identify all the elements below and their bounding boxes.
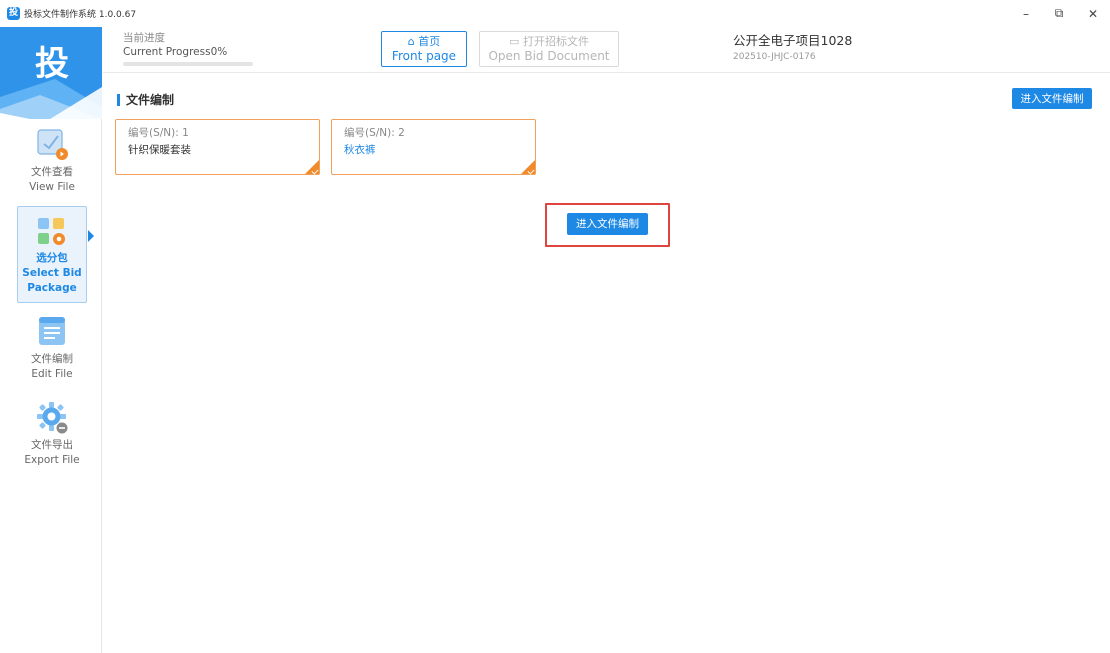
package-sn: 编号(S/N): 2 — [344, 127, 405, 139]
select-package-icon — [35, 215, 69, 249]
top-header: 当前进度 Current Progress0% ⌂ 首页 Front page … — [103, 27, 1110, 73]
sidebar: 投 文件查看 View File 选分包 Select Bid Package … — [0, 27, 102, 653]
section-title: 文件编制 — [117, 92, 174, 108]
home-icon: ⌂ — [407, 35, 415, 48]
open-bid-label-en: Open Bid Document — [488, 49, 610, 63]
project-code: 202510-JHJC-0176 — [733, 52, 816, 62]
progress-label-en: Current Progress0% — [123, 46, 228, 58]
sidebar-label-en: View File — [29, 181, 75, 193]
sidebar-item-view-file[interactable]: 文件查看 View File — [17, 127, 87, 207]
export-file-icon — [35, 400, 69, 434]
project-name: 公开全电子项目1028 — [733, 33, 853, 48]
edit-file-icon — [35, 314, 69, 348]
enter-file-edit-button-top[interactable]: 进入文件编制 — [1012, 88, 1092, 109]
sidebar-label-en: Select Bid Package — [22, 267, 82, 294]
app-logo-icon: 投 — [7, 7, 20, 20]
sidebar-item-export-file[interactable]: 文件导出 Export File — [17, 400, 87, 480]
package-card-1[interactable]: 编号(S/N): 1 针织保暖套装 — [115, 119, 320, 175]
sidebar-item-select-package[interactable]: 选分包 Select Bid Package — [17, 206, 87, 303]
window-titlebar: 投 投标文件制作系统 1.0.0.67 – ⧉ ✕ — [0, 0, 1110, 27]
front-page-button[interactable]: ⌂ 首页 Front page — [381, 31, 467, 67]
logo-character: 投 — [35, 44, 69, 84]
active-indicator-caret — [88, 230, 94, 242]
restore-button[interactable]: ⧉ — [1042, 0, 1076, 27]
package-name: 秋衣裤 — [344, 144, 376, 156]
package-sn: 编号(S/N): 1 — [128, 127, 189, 139]
progress-label-cn: 当前进度 — [123, 32, 165, 44]
open-bid-document-button[interactable]: ▭ 打开招标文件 Open Bid Document — [479, 31, 619, 67]
close-button[interactable]: ✕ — [1076, 0, 1110, 27]
sidebar-label-cn: 选分包 — [36, 252, 68, 264]
sidebar-label-cn: 文件编制 — [31, 353, 73, 365]
view-file-icon — [35, 127, 69, 161]
sidebar-label-cn: 文件查看 — [31, 166, 73, 178]
folder-icon: ▭ — [509, 35, 520, 48]
progress-indicator: 当前进度 Current Progress0% — [123, 32, 253, 66]
progress-bar — [123, 62, 253, 66]
package-card-2[interactable]: 编号(S/N): 2 秋衣裤 — [331, 119, 536, 175]
sidebar-label-en: Export File — [24, 454, 80, 466]
front-page-label-cn: 首页 — [418, 35, 441, 48]
sidebar-label-cn: 文件导出 — [31, 439, 73, 451]
package-name: 针织保暖套装 — [128, 144, 191, 156]
sidebar-item-edit-file[interactable]: 文件编制 Edit File — [17, 314, 87, 389]
enter-file-edit-button[interactable]: 进入文件编制 — [567, 213, 648, 235]
sidebar-label-en: Edit File — [31, 368, 73, 380]
minimize-button[interactable]: – — [1009, 0, 1043, 27]
open-bid-label-cn: 打开招标文件 — [522, 35, 589, 48]
front-page-label-en: Front page — [391, 49, 457, 63]
brand-logo: 投 — [0, 27, 102, 119]
project-info: 公开全电子项目1028 202510-JHJC-0176 — [733, 33, 852, 64]
window-title: 投标文件制作系统 1.0.0.67 — [24, 10, 137, 20]
